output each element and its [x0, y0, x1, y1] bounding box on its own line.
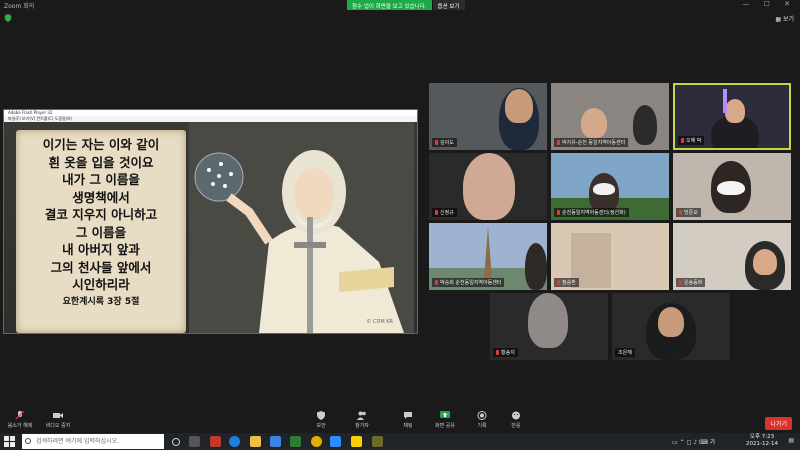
leave-meeting-button[interactable]: 나가기 [765, 417, 792, 430]
participant-tile[interactable]: 방준모 [673, 153, 791, 220]
windows-start-icon[interactable] [4, 436, 15, 447]
muted-mic-icon [435, 140, 438, 145]
verse-parchment: 이기는 자는 이와 같이 흰 옷을 입을 것이요 내가 그 이름을 생명책에서 … [16, 130, 186, 333]
jesus-illustration [189, 122, 414, 333]
security-shield-icon[interactable] [4, 14, 12, 22]
verse-line: 내 아버지 앞과 [62, 242, 140, 257]
muted-mic-icon [679, 210, 682, 215]
participant-tile[interactable]: 박지유-순천 동일지역아동센터 [551, 83, 669, 150]
participant-name: 방준모 [676, 208, 701, 217]
smiley-icon [512, 411, 520, 420]
participant-tile[interactable]: 순천동일지역아동센터(정선화) [551, 153, 669, 220]
muted-mic-icon [679, 280, 682, 285]
app-icon[interactable] [210, 436, 221, 447]
stop-video-button[interactable]: 비디오 중지 [38, 411, 78, 429]
muted-mic-icon [435, 210, 438, 215]
mic-muted-icon [15, 411, 25, 420]
muted-mic-icon [681, 138, 684, 143]
kakaotalk-icon[interactable] [351, 436, 362, 447]
file-explorer-icon[interactable] [250, 436, 261, 447]
participant-tile[interactable]: 김이도 [429, 83, 547, 150]
cortana-icon[interactable] [172, 438, 180, 446]
participant-tile[interactable]: 박승희 순천동일지역아동센터 [429, 223, 547, 290]
participant-name: 조은혜 [615, 348, 635, 357]
participant-tile[interactable]: 신정규 [429, 153, 547, 220]
participant-tile-active-speaker[interactable]: 오혜 박 [673, 83, 791, 150]
search-icon [25, 438, 31, 444]
window-controls[interactable]: — ☐ ✕ [742, 0, 796, 8]
muted-mic-icon [557, 140, 560, 145]
shield-icon [317, 411, 325, 420]
participant-name: 오혜 박 [678, 136, 705, 145]
reactions-button[interactable]: 반응 [496, 411, 536, 429]
verse-line: 시인하리라 [72, 277, 130, 292]
chat-bubble-icon [404, 412, 412, 419]
system-tray-icons[interactable]: ▭ ⌃ ◻ ♪ ⌨ 가 [672, 437, 715, 446]
verse-line: 그 이름을 [75, 224, 127, 240]
muted-mic-icon [557, 210, 560, 215]
shared-screen: Adobe Flash Player 32 파일(F) 보기(V) 컨트롤(C)… [3, 109, 418, 334]
zoom-taskbar-icon[interactable] [330, 436, 341, 447]
clock-date: 2021-12-14 [746, 441, 778, 447]
participant-name: 정승환 [554, 278, 579, 287]
task-view-icon[interactable] [189, 436, 200, 447]
participant-name: 박승희 순천동일지역아동센터 [432, 278, 505, 287]
view-button-label: 보기 [782, 16, 794, 23]
meeting-toolbar: 음소거 해제 비디오 중지 보안 참가자 채팅 화면 공유 기록 반응 나가기 [0, 408, 800, 433]
window-title: Zoom 회의 [4, 3, 35, 10]
participant-name: 운송동화 [676, 278, 706, 287]
verse-line: 흰 옷을 입을 것이요 [48, 154, 154, 170]
verse-line: 결코 지우지 아니하고 [44, 207, 158, 222]
shared-video: 이기는 자는 이와 같이 흰 옷을 입을 것이요 내가 그 이름을 생명책에서 … [4, 122, 417, 333]
participant-name: 순천동일지역아동센터(정선화) [554, 208, 629, 217]
unmute-button[interactable]: 음소거 해제 [0, 411, 40, 429]
participants-button[interactable]: 참가자 [342, 411, 382, 429]
participant-name: 김이도 [432, 138, 457, 147]
edge-icon[interactable] [229, 436, 240, 447]
app-icon[interactable] [290, 436, 301, 447]
muted-mic-icon [496, 350, 499, 355]
muted-mic-icon [435, 280, 438, 285]
taskbar-search-input[interactable]: 검색하려면 여기에 입력하십시오. [22, 434, 164, 449]
participant-tile[interactable]: 조은혜 [612, 293, 730, 360]
participants-icon [357, 411, 366, 420]
store-icon[interactable] [270, 436, 281, 447]
participant-tile[interactable]: 황송지 [490, 293, 608, 360]
verse-reference: 요한계시록 3장 5절 [62, 296, 140, 307]
record-icon [477, 411, 487, 420]
view-options-button[interactable]: 옵션 보기 [431, 0, 465, 10]
notification-icon[interactable]: ▤ [788, 437, 794, 444]
verse-line: 그의 천사들 앞에서 [50, 259, 152, 275]
verse-line: 내가 그 이름을 [62, 172, 140, 187]
participant-tile[interactable]: 운송동화 [673, 223, 791, 290]
video-watermark: © CDM KR [366, 319, 393, 325]
verse-line: 이기는 자는 이와 같이 [42, 137, 160, 152]
windows-taskbar: 검색하려면 여기에 입력하십시오. ▭ ⌃ ◻ ♪ ⌨ 가 오후 7:23 20… [0, 433, 800, 450]
video-camera-icon [53, 413, 63, 418]
verse-line: 생명책에서 [72, 189, 130, 205]
grid-icon: ▦ [775, 16, 782, 23]
share-screen-button[interactable]: 화면 공유 [425, 411, 465, 429]
muted-mic-icon [557, 280, 560, 285]
screen-share-banner: 참수 업이 화면을 보고 있습니다. 옵션 보기 [347, 0, 465, 10]
app-icon[interactable] [372, 436, 383, 447]
participant-name: 황송지 [493, 348, 518, 357]
chrome-icon[interactable] [311, 436, 322, 447]
verse-text: 이기는 자는 이와 같이 흰 옷을 입을 것이요 내가 그 이름을 생명책에서 … [16, 136, 186, 310]
chat-button[interactable]: 채팅 [388, 411, 428, 429]
clock-time: 오후 7:23 [749, 434, 775, 440]
participant-name: 신정규 [432, 208, 457, 217]
participant-name: 박지유-순천 동일지역아동센터 [554, 138, 629, 147]
participant-tile[interactable]: 정승환 [551, 223, 669, 290]
view-button[interactable]: ▦ 보기 [775, 14, 794, 23]
share-status-text: 참수 업이 화면을 보고 있습니다. [347, 0, 432, 10]
taskbar-clock[interactable]: 오후 7:23 2021-12-14 [746, 434, 778, 448]
share-screen-icon [440, 411, 450, 418]
security-button[interactable]: 보안 [301, 411, 341, 429]
